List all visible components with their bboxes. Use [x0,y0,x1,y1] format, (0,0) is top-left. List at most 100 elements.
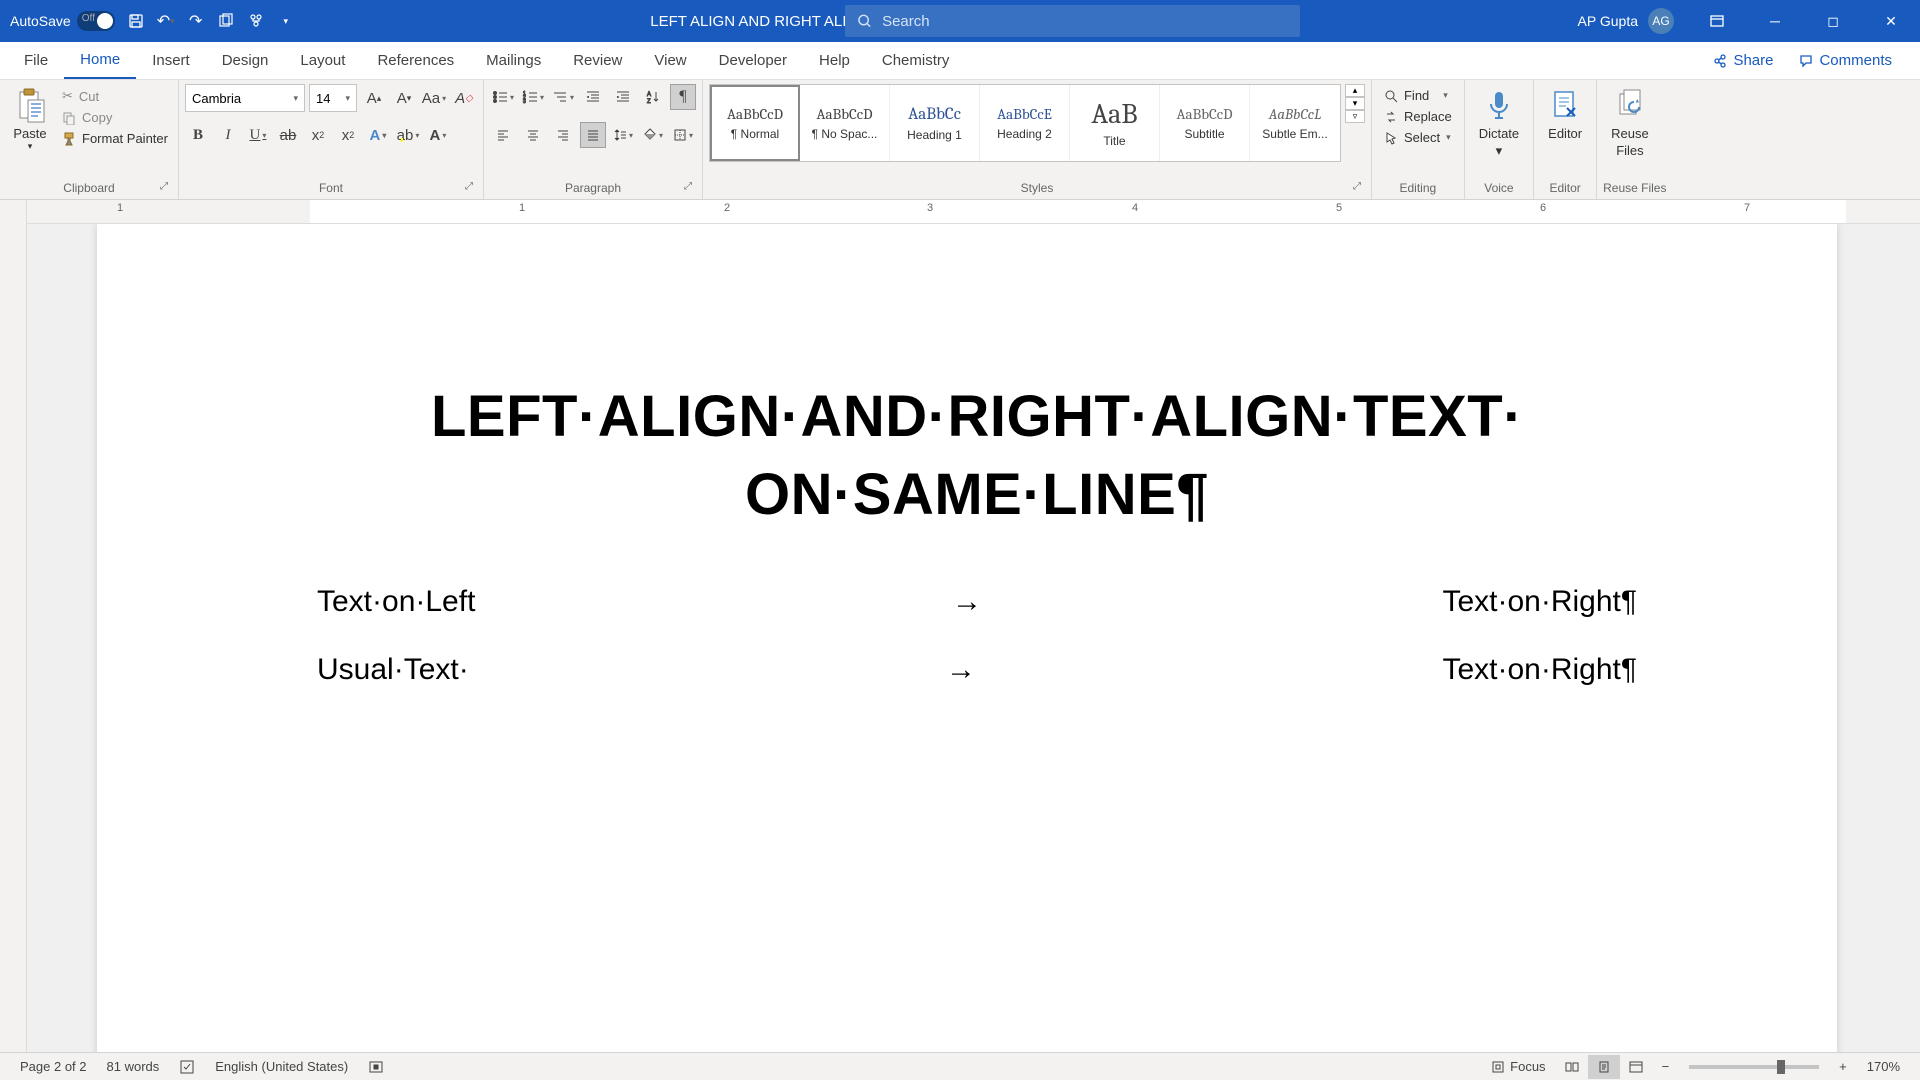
replace-button[interactable]: Replace [1378,107,1458,126]
shading-button[interactable]: ▾ [640,122,666,148]
underline-button[interactable]: U▾ [245,122,271,148]
format-painter-button[interactable]: Format Painter [58,129,172,148]
decrease-indent-button[interactable] [580,84,606,110]
align-right-button[interactable] [550,122,576,148]
style-no-spacing[interactable]: AaBbCcD¶ No Spac... [800,85,890,161]
styles-scroll-up-icon[interactable]: ▴ [1345,84,1365,97]
read-mode-button[interactable] [1556,1055,1588,1079]
justify-button[interactable] [580,122,606,148]
line-spacing-button[interactable]: ▾ [610,122,636,148]
styles-scroll-down-icon[interactable]: ▾ [1345,97,1365,110]
user-account[interactable]: AP Gupta AG [1564,8,1688,34]
style-subtle-em[interactable]: AaBbCcLSubtle Em... [1250,85,1340,161]
tab-home[interactable]: Home [64,42,136,79]
qat-customize-icon[interactable]: ▾ [277,12,295,30]
bullets-button[interactable]: ▾ [490,84,516,110]
redo-icon[interactable]: ↷ [187,12,205,30]
tab-layout[interactable]: Layout [284,42,361,79]
autosave-toggle[interactable]: AutoSave Off [10,11,115,31]
dictate-button[interactable]: Dictate▾ [1471,84,1527,163]
italic-button[interactable]: I [215,122,241,148]
zoom-level[interactable]: 170% [1857,1059,1910,1074]
save-icon[interactable] [127,12,145,30]
styles-expand-icon[interactable]: ▿ [1345,110,1365,123]
numbering-button[interactable]: 123▾ [520,84,546,110]
qat-icon-2[interactable] [247,12,265,30]
subscript-button[interactable]: x2 [305,122,331,148]
minimize-icon[interactable]: ─ [1746,0,1804,42]
clipboard-launcher-icon[interactable]: ⤢ [160,181,174,195]
style-normal[interactable]: AaBbCcD¶ Normal [710,85,800,161]
tab-help[interactable]: Help [803,42,866,79]
qat-icon-1[interactable] [217,12,235,30]
paste-button[interactable]: Paste▾ [6,84,54,156]
align-right-icon [556,128,570,142]
find-button[interactable]: Find▾ [1378,86,1458,105]
align-center-icon [526,128,540,142]
sort-button[interactable]: AZ [640,84,666,110]
multilevel-button[interactable]: ▾ [550,84,576,110]
style-subtitle[interactable]: AaBbCcDSubtitle [1160,85,1250,161]
word-count[interactable]: 81 words [97,1059,170,1074]
bold-button[interactable]: B [185,122,211,148]
shrink-font-button[interactable]: A▾ [391,85,417,111]
tab-mailings[interactable]: Mailings [470,42,557,79]
font-size-dropdown[interactable]: 14▾ [309,84,357,112]
styles-launcher-icon[interactable]: ⤢ [1353,181,1367,195]
style-title[interactable]: AaBTitle [1070,85,1160,161]
zoom-in-button[interactable]: + [1829,1059,1857,1074]
show-hide-button[interactable]: ¶ [670,84,696,110]
font-name-dropdown[interactable]: Cambria▾ [185,84,305,112]
document-scroll[interactable]: LEFT·ALIGN·AND·RIGHT·ALIGN·TEXT· ON·SAME… [27,224,1920,1076]
text-effects-button[interactable]: A▾ [365,122,391,148]
highlight-button[interactable]: ab▾ [395,122,421,148]
horizontal-ruler[interactable]: 1 1 2 3 4 5 6 7 [0,200,1920,224]
group-styles: AaBbCcD¶ Normal AaBbCcD¶ No Spac... AaBb… [703,80,1372,199]
ribbon-display-icon[interactable] [1688,0,1746,42]
search-input[interactable] [882,13,1288,30]
superscript-button[interactable]: x2 [335,122,361,148]
editor-button[interactable]: Editor [1540,84,1590,145]
zoom-out-button[interactable]: − [1652,1059,1680,1074]
svg-text:3: 3 [523,99,526,104]
align-center-button[interactable] [520,122,546,148]
reuse-files-button[interactable]: Reuse Files [1603,84,1657,162]
tab-view[interactable]: View [638,42,702,79]
search-box[interactable] [845,5,1300,37]
focus-mode-button[interactable]: Focus [1481,1059,1555,1074]
select-button[interactable]: Select▾ [1378,128,1458,147]
tab-references[interactable]: References [361,42,470,79]
copy-button[interactable]: Copy [58,108,172,127]
vertical-ruler[interactable] [0,224,27,1076]
print-layout-button[interactable] [1588,1055,1620,1079]
borders-button[interactable]: ▾ [670,122,696,148]
page-number[interactable]: Page 2 of 2 [10,1059,97,1074]
zoom-slider[interactable] [1689,1065,1819,1069]
language[interactable]: English (United States) [205,1059,358,1074]
close-icon[interactable]: ✕ [1862,0,1920,42]
tab-developer[interactable]: Developer [703,42,803,79]
clear-formatting-button[interactable]: A◇ [451,85,477,111]
document-page[interactable]: LEFT·ALIGN·AND·RIGHT·ALIGN·TEXT· ON·SAME… [97,224,1837,1076]
change-case-button[interactable]: Aa▾ [421,85,447,111]
paragraph-launcher-icon[interactable]: ⤢ [684,181,698,195]
undo-icon[interactable]: ↶▾ [157,12,175,30]
font-launcher-icon[interactable]: ⤢ [465,181,479,195]
maximize-icon[interactable]: ◻ [1804,0,1862,42]
style-heading2[interactable]: AaBbCcEHeading 2 [980,85,1070,161]
tab-chemistry[interactable]: Chemistry [866,42,966,79]
tab-design[interactable]: Design [206,42,285,79]
grow-font-button[interactable]: A▴ [361,85,387,111]
font-color-button[interactable]: A▾ [425,122,451,148]
cut-button[interactable]: ✂Cut [58,86,172,106]
align-left-button[interactable] [490,122,516,148]
tab-review[interactable]: Review [557,42,638,79]
tab-insert[interactable]: Insert [136,42,206,79]
web-layout-button[interactable] [1620,1055,1652,1079]
spelling-icon[interactable] [169,1059,205,1075]
strikethrough-button[interactable]: ab [275,122,301,148]
increase-indent-button[interactable] [610,84,636,110]
macro-icon[interactable] [358,1059,394,1075]
tab-file[interactable]: File [8,42,64,79]
style-heading1[interactable]: AaBbCcHeading 1 [890,85,980,161]
